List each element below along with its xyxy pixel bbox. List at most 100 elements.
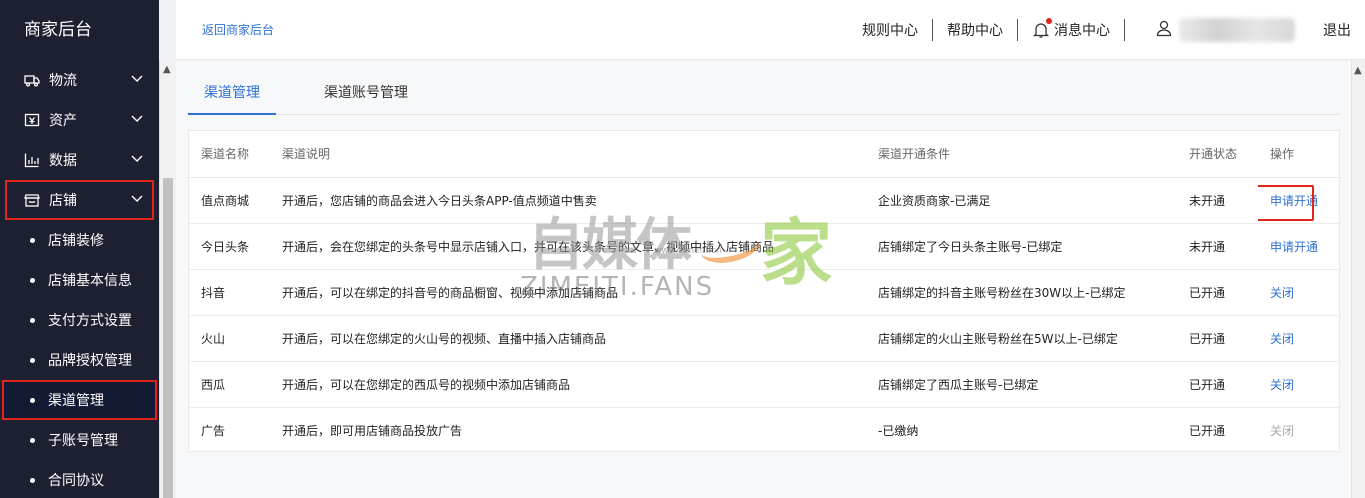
user-menu[interactable] xyxy=(1125,18,1295,42)
channel-description: 开通后，可以在绑定的抖音号的商品橱窗、视频中添加店铺商品 xyxy=(270,269,866,316)
table-row: 抖音 开通后，可以在绑定的抖音号的商品橱窗、视频中添加店铺商品 店铺绑定的抖音主… xyxy=(189,269,1341,316)
chevron-down-icon xyxy=(129,111,145,127)
header-nav: 规则中心 帮助中心 消息中心 退出 xyxy=(848,0,1365,60)
channel-condition: 店铺绑定了今日头条主账号-已绑定 xyxy=(866,223,1177,270)
bullet-icon xyxy=(30,278,35,283)
chevron-down-icon xyxy=(129,191,145,207)
channel-description: 开通后，会在您绑定的头条号中显示店铺入口，并可在该头条号的文章、视频中插入店铺商… xyxy=(270,223,866,270)
channel-status: 已开通 xyxy=(1189,423,1226,438)
sidebar-group-data[interactable]: 数据 xyxy=(0,140,159,180)
notification-dot xyxy=(1046,18,1052,24)
close-button[interactable]: 关闭 xyxy=(1270,378,1294,392)
sidebar-item-store-info[interactable]: 店铺基本信息 xyxy=(0,260,159,300)
back-to-merchant-link[interactable]: 返回商家后台 xyxy=(202,21,274,38)
channel-status: 未开通 xyxy=(1177,223,1258,270)
bullet-icon xyxy=(30,318,35,323)
channel-condition: 店铺绑定了西瓜主账号-已绑定 xyxy=(866,361,1177,408)
action-cell: 关闭 xyxy=(1258,361,1341,408)
channel-name: 抖音 xyxy=(189,269,270,316)
sidebar-group-assets[interactable]: 资产 xyxy=(0,100,159,140)
action-cell: 申请开通 xyxy=(1258,177,1341,224)
table-row: 广告 开通后，即可用店铺商品投放广告 -已缴纳 已开通 关闭 xyxy=(189,407,1341,453)
sidebar-group-label: 资产 xyxy=(49,113,77,129)
sidebar-group-label: 数据 xyxy=(49,153,77,169)
table-row: 值点商城 开通后，您店铺的商品会进入今日头条APP-值点频道中售卖 企业资质商家… xyxy=(189,177,1341,224)
sidebar-item-brand-authorization[interactable]: 品牌授权管理 xyxy=(0,340,159,380)
sidebar-scrollbar-thumb[interactable] xyxy=(163,178,173,498)
table-row: 西瓜 开通后，可以在您绑定的西瓜号的视频中添加店铺商品 店铺绑定了西瓜主账号-已… xyxy=(189,361,1341,408)
channel-status: 未开通 xyxy=(1177,177,1258,224)
wallet-icon xyxy=(24,112,40,128)
message-center-label: 消息中心 xyxy=(1054,23,1110,39)
sidebar-item-sub-accounts[interactable]: 子账号管理 xyxy=(0,420,159,460)
channel-condition: 店铺绑定的火山主账号粉丝在5W以上-已绑定 xyxy=(866,315,1177,362)
close-button[interactable]: 关闭 xyxy=(1270,286,1294,300)
chevron-down-icon xyxy=(129,151,145,167)
main-content: 渠道管理 渠道账号管理 渠道名称 渠道说明 渠道开通条件 开通状态 操作 值点商… xyxy=(176,61,1365,498)
sidebar-item-label: 店铺基本信息 xyxy=(48,273,132,289)
sidebar-title: 商家后台 xyxy=(24,20,92,40)
channel-condition: 店铺绑定的抖音主账号粉丝在30W以上-已绑定 xyxy=(866,269,1177,316)
tab-channel-accounts[interactable]: 渠道账号管理 xyxy=(324,73,408,115)
action-cell: 关闭 xyxy=(1258,407,1341,453)
sidebar-item-label: 店铺装修 xyxy=(48,233,104,249)
bell-icon xyxy=(1032,18,1052,39)
channel-name: 值点商城 xyxy=(189,177,270,224)
truck-icon xyxy=(24,72,40,88)
bullet-icon xyxy=(30,478,35,483)
channel-status: 已开通 xyxy=(1177,361,1258,408)
sidebar-group-label: 物流 xyxy=(49,73,77,89)
top-header: 返回商家后台 规则中心 帮助中心 消息中心 退出 xyxy=(176,0,1365,60)
channel-status: 已开通 xyxy=(1177,269,1258,316)
sidebar-item-store-decoration[interactable]: 店铺装修 xyxy=(0,220,159,260)
tab-channel-management[interactable]: 渠道管理 xyxy=(188,73,276,115)
sidebar: 商家后台 物流 资产 数据 店铺 店铺装修 店铺基本信息 支付方式设置 品牌授权… xyxy=(0,0,159,498)
username-blurred xyxy=(1179,18,1295,42)
channel-name: 今日头条 xyxy=(189,223,270,270)
sidebar-item-label: 支付方式设置 xyxy=(48,313,132,329)
apply-open-button[interactable]: 申请开通 xyxy=(1270,240,1318,254)
page-scrollbar[interactable]: ▲ xyxy=(1351,61,1365,498)
channel-description: 开通后，您店铺的商品会进入今日头条APP-值点频道中售卖 xyxy=(270,177,866,224)
tab-bar: 渠道管理 渠道账号管理 xyxy=(188,73,1340,115)
help-center-link[interactable]: 帮助中心 xyxy=(933,20,1017,40)
table-header-row: 渠道名称 渠道说明 渠道开通条件 开通状态 操作 xyxy=(189,131,1341,178)
channel-name: 火山 xyxy=(189,315,270,362)
sidebar-item-contracts[interactable]: 合同协议 xyxy=(0,460,159,498)
action-cell: 关闭 xyxy=(1258,315,1341,362)
sidebar-group-logistics[interactable]: 物流 xyxy=(0,60,159,100)
chevron-down-icon xyxy=(129,71,145,87)
scroll-up-icon[interactable]: ▲ xyxy=(1354,65,1362,76)
logout-link[interactable]: 退出 xyxy=(1295,20,1365,40)
bullet-icon xyxy=(30,438,35,443)
channel-table: 渠道名称 渠道说明 渠道开通条件 开通状态 操作 值点商城 开通后，您店铺的商品… xyxy=(189,131,1341,453)
user-icon xyxy=(1155,19,1173,41)
sidebar-item-label: 品牌授权管理 xyxy=(48,353,132,369)
sidebar-group-label: 店铺 xyxy=(49,193,77,209)
channel-name: 广告 xyxy=(201,423,226,438)
channel-description: 开通后，可以在您绑定的西瓜号的视频中添加店铺商品 xyxy=(270,361,866,408)
column-header: 开通状态 xyxy=(1177,131,1258,178)
channel-condition: -已缴纳 xyxy=(878,423,919,438)
sidebar-item-payment-settings[interactable]: 支付方式设置 xyxy=(0,300,159,340)
sidebar-scrollbar[interactable]: ▲ xyxy=(159,60,176,498)
channel-table-card: 渠道名称 渠道说明 渠道开通条件 开通状态 操作 值点商城 开通后，您店铺的商品… xyxy=(188,130,1341,453)
column-header: 渠道说明 xyxy=(270,131,866,178)
bar-chart-icon xyxy=(24,152,40,168)
highlight-box xyxy=(1258,184,1314,221)
channel-description: 开通后，可以在您绑定的火山号的视频、直播中插入店铺商品 xyxy=(270,315,866,362)
sidebar-group-store[interactable]: 店铺 xyxy=(5,180,154,220)
sidebar-item-label: 子账号管理 xyxy=(48,433,118,449)
close-button[interactable]: 关闭 xyxy=(1270,332,1294,346)
channel-condition: 企业资质商家-已满足 xyxy=(866,177,1177,224)
store-icon xyxy=(24,192,40,208)
table-row: 今日头条 开通后，会在您绑定的头条号中显示店铺入口，并可在该头条号的文章、视频中… xyxy=(189,223,1341,270)
message-center-link[interactable]: 消息中心 xyxy=(1018,18,1124,40)
sidebar-item-channel-management[interactable]: 渠道管理 xyxy=(2,380,157,420)
channel-description: 开通后，即可用店铺商品投放广告 xyxy=(282,423,463,438)
action-cell: 申请开通 xyxy=(1258,223,1341,270)
rules-center-link[interactable]: 规则中心 xyxy=(848,20,932,40)
column-header: 操作 xyxy=(1258,131,1341,178)
scroll-up-icon[interactable]: ▲ xyxy=(163,64,171,75)
action-cell: 关闭 xyxy=(1258,269,1341,316)
